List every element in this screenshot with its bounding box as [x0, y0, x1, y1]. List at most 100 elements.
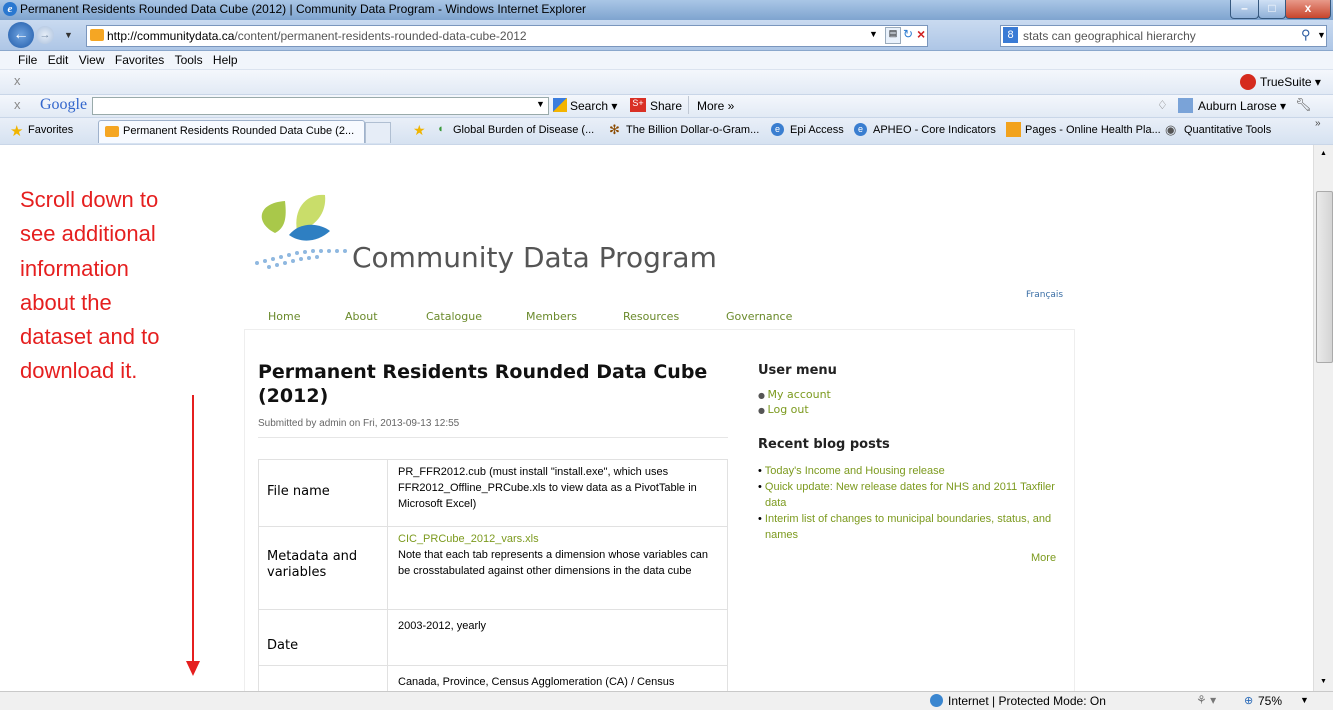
scroll-up-arrow-icon[interactable]: ▲ [1320, 150, 1327, 157]
stop-icon[interactable]: × [917, 26, 925, 42]
google-search-input[interactable] [92, 97, 549, 115]
site-title[interactable]: Community Data Program [352, 241, 717, 274]
menu-bar: File Edit View Favorites Tools Help [0, 51, 1333, 70]
fav-billion-dollar[interactable]: The Billion Dollar-o-Gram... [626, 124, 759, 136]
wrench-icon[interactable]: 🔧︎ [1295, 97, 1312, 113]
zone-status[interactable]: Internet | Protected Mode: On [948, 694, 1106, 708]
share-button[interactable]: Share [650, 99, 682, 113]
add-favorites-icon[interactable]: ★ [413, 122, 426, 139]
active-tab[interactable]: Permanent Residents Rounded Data Cube (2… [98, 120, 365, 143]
scroll-down-arrow-button[interactable]: ▼ [1320, 678, 1327, 685]
more-button[interactable]: More » [697, 99, 734, 113]
my-account-link[interactable]: My account [768, 388, 831, 401]
annotation-line: about the [20, 290, 112, 315]
zoom-level[interactable]: 75% [1258, 694, 1282, 708]
search-query: stats can geographical hierarchy [1023, 29, 1196, 43]
url-host: http://communitydata.ca [107, 29, 235, 43]
zoom-dropdown-icon[interactable]: ▼ [1300, 695, 1309, 705]
nav-governance[interactable]: Governance [726, 310, 792, 323]
menu-edit[interactable]: Edit [48, 51, 76, 67]
row-label [258, 665, 388, 691]
user-menu-list: ● My account ● Log out [758, 388, 831, 416]
status-options-icon[interactable]: ⚘ ▾ [1196, 693, 1216, 707]
back-button[interactable]: ← [8, 22, 34, 48]
internet-zone-icon [930, 694, 943, 707]
list-item: • Interim list of changes to municipal b… [758, 513, 1052, 541]
more-posts-link[interactable]: More [1031, 552, 1056, 564]
menu-tools[interactable]: Tools [175, 51, 210, 67]
vertical-scrollbar[interactable]: ▲ ▼ [1313, 145, 1333, 691]
nav-catalogue[interactable]: Catalogue [426, 310, 482, 323]
annotation-line: see additional [20, 221, 156, 246]
blog-post-link[interactable]: Interim list of changes to municipal bou… [765, 513, 1051, 541]
blog-post-link[interactable]: Quick update: New release dates for NHS … [765, 481, 1055, 509]
search-go-icon[interactable]: ⚲ [1301, 27, 1311, 43]
url-path: /content/permanent-residents-rounded-dat… [234, 29, 527, 43]
metadata-file-link[interactable]: CIC_PRCube_2012_vars.xls [398, 533, 539, 545]
row-label: Date [258, 609, 388, 666]
truesuite-toolbar: x TrueSuite ▾ [0, 70, 1333, 95]
toolbar-divider [688, 96, 689, 114]
article-title: Permanent Residents Rounded Data Cube [258, 361, 708, 383]
nav-members[interactable]: Members [526, 310, 577, 323]
close-google-toolbar-button[interactable]: x [14, 97, 21, 112]
fav-global-burden[interactable]: Global Burden of Disease (... [453, 124, 594, 136]
menu-file[interactable]: File [18, 51, 44, 67]
scroll-down-arrow-icon [186, 395, 200, 676]
forward-button[interactable]: → [36, 26, 54, 44]
list-item: • Quick update: New release dates for NH… [758, 481, 1055, 509]
share-icon: S+ [630, 98, 646, 112]
cdp-logo-icon [255, 194, 347, 269]
more-link-text[interactable]: More [1031, 552, 1056, 564]
history-dropdown-icon[interactable]: ▼ [64, 30, 73, 40]
favorites-overflow-icon[interactable]: » [1315, 118, 1321, 129]
truesuite-button[interactable]: TrueSuite ▾ [1260, 75, 1321, 89]
google-search-button[interactable]: Search ▾ [570, 99, 617, 113]
fav-epi-access[interactable]: Epi Access [790, 124, 844, 136]
fav-pages[interactable]: Pages - Online Health Pla... [1025, 124, 1161, 136]
row-value-text: Note that each tab represents a dimensio… [398, 549, 709, 577]
row-value: PR_FFR2012.cub (must install "install.ex… [387, 459, 728, 527]
row-label: Metadata and variables [258, 526, 388, 610]
metadata-table: File name PR_FFR2012.cub (must install "… [258, 459, 728, 691]
fav-apheo[interactable]: APHEO - Core Indicators [873, 124, 996, 136]
address-bar[interactable]: http://communitydata.ca/content/permanen… [86, 25, 928, 47]
truesuite-icon [1240, 74, 1256, 90]
refresh-icon[interactable]: ↻ [903, 27, 913, 41]
table-row: File name PR_FFR2012.cub (must install "… [258, 459, 728, 527]
row-value: Canada, Province, Census Agglomeration (… [387, 665, 728, 691]
address-dropdown-icon[interactable]: ▼ [869, 29, 878, 39]
menu-view[interactable]: View [79, 51, 112, 67]
compatibility-view-icon[interactable]: ▤ [885, 27, 901, 44]
new-tab-button[interactable] [365, 122, 391, 143]
gbd-icon: ◖ [437, 123, 444, 135]
annotation-line: information [20, 256, 129, 281]
maximize-button[interactable]: □ [1258, 0, 1286, 19]
notifications-bell-icon[interactable]: ♢ [1157, 98, 1168, 112]
user-menu-title: User menu [758, 363, 837, 378]
google-history-dropdown-icon[interactable]: ▼ [536, 99, 545, 109]
fav-quantitative-tools[interactable]: Quantitative Tools [1184, 124, 1271, 136]
row-label-line: variables [267, 565, 327, 580]
nav-resources[interactable]: Resources [623, 310, 679, 323]
minimize-button[interactable]: – [1230, 0, 1259, 19]
francais-link[interactable]: Français [1026, 290, 1063, 300]
window-title-bar: e Permanent Residents Rounded Data Cube … [0, 0, 1333, 20]
nav-home[interactable]: Home [268, 310, 300, 323]
menu-favorites[interactable]: Favorites [115, 51, 171, 67]
list-item: • Today's Income and Housing release [758, 465, 945, 477]
close-toolbar-button[interactable]: x [14, 73, 21, 88]
row-value: CIC_PRCube_2012_vars.xls Note that each t… [387, 526, 728, 610]
log-out-link[interactable]: Log out [768, 403, 809, 416]
close-window-button[interactable]: x [1285, 0, 1331, 19]
menu-help[interactable]: Help [213, 51, 245, 67]
search-box[interactable]: 8 stats can geographical hierarchy ⚲ ▼ [1000, 25, 1327, 47]
scrollbar-thumb[interactable] [1316, 191, 1333, 363]
window-title: Permanent Residents Rounded Data Cube (2… [20, 2, 587, 16]
blog-post-link[interactable]: Today's Income and Housing release [765, 465, 945, 477]
user-account-button[interactable]: Auburn Larose ▾ [1198, 99, 1286, 113]
favorites-button[interactable]: Favorites [28, 124, 73, 136]
search-options-icon[interactable]: ▼ [1317, 30, 1326, 40]
nav-about[interactable]: About [345, 310, 378, 323]
table-row: Metadata and variables CIC_PRCube_2012_va… [258, 526, 728, 610]
